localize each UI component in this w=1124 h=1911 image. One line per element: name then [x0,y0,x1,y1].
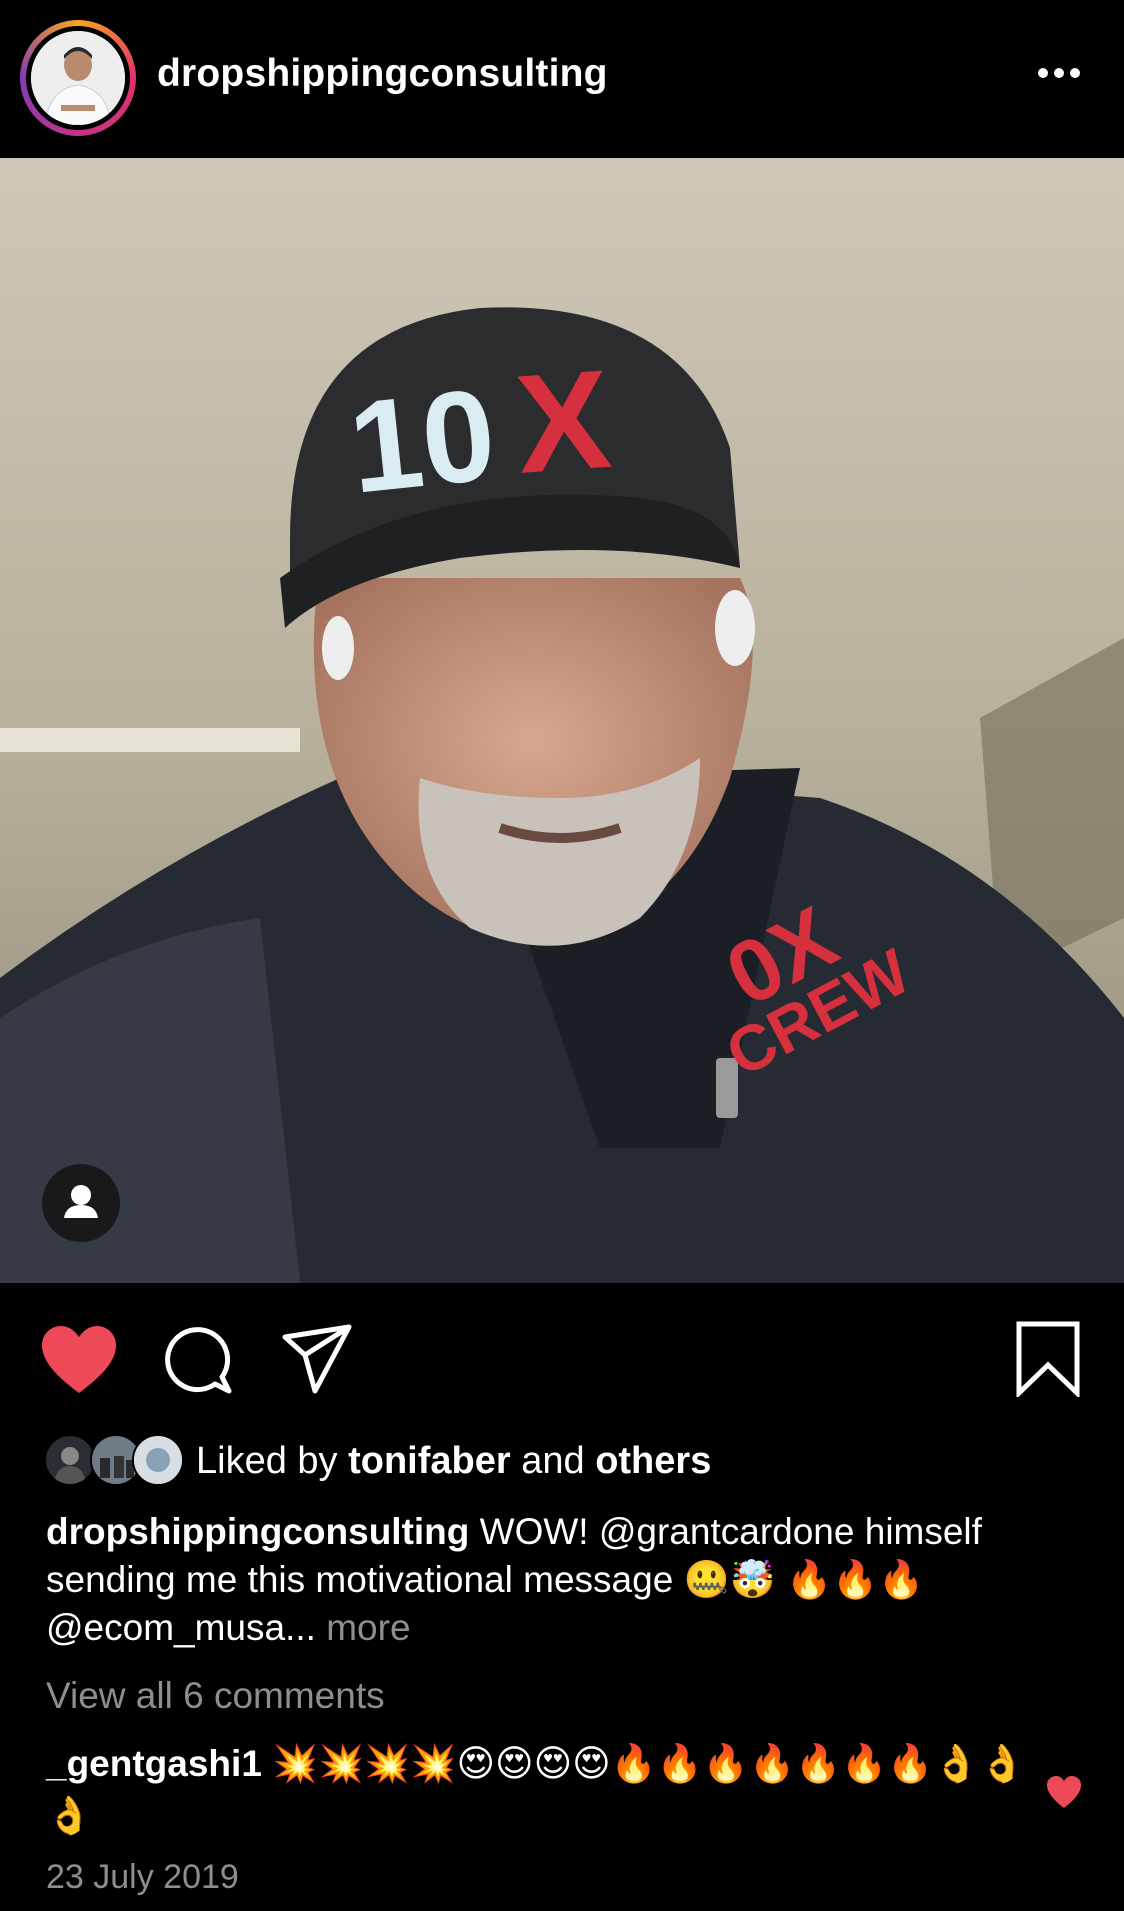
likes-others-link[interactable]: others [595,1440,711,1482]
cap-logo-x: X [511,340,615,503]
liker-username[interactable]: tonifaber [348,1440,511,1482]
comment-username[interactable]: _gentgashi1 [46,1743,262,1784]
post-caption: dropshippingconsulting WOW! @grantcardon… [46,1508,1086,1652]
paper-plane-icon[interactable] [281,1323,353,1395]
person-icon [64,1185,98,1218]
bookmark-icon[interactable] [1016,1321,1080,1397]
view-all-comments-link[interactable]: View all 6 comments [46,1675,385,1717]
heart-filled-icon[interactable] [40,1325,118,1395]
user-tag-button[interactable] [42,1164,120,1242]
comment-like-heart-icon[interactable] [1046,1775,1082,1809]
comment-bubble-icon[interactable] [163,1325,233,1395]
post-date: 23 July 2019 [46,1858,239,1896]
caption-more-link[interactable]: more [316,1607,410,1648]
cap-logo-10: 10 [343,361,502,521]
likes-summary[interactable]: Liked by tonifaber and others [44,1430,1094,1490]
profile-avatar[interactable] [20,20,136,136]
post-video[interactable]: 10 X CREW 0X [0,158,1124,1283]
liker-avatar [132,1434,184,1486]
caption-username[interactable]: dropshippingconsulting [46,1511,469,1552]
comment-item: _gentgashi1 💥💥💥💥😍😍😍😍🔥🔥🔥🔥🔥🔥🔥👌👌👌 [46,1738,1036,1842]
liker-avatar [44,1434,96,1486]
post-actions-bar [0,1283,1124,1433]
liked-by-text: Liked by tonifaber and others [196,1440,712,1482]
post-header: dropshippingconsulting [0,0,1124,158]
video-frame-image: 10 X CREW 0X [0,158,1124,1283]
post-author-username[interactable]: dropshippingconsulting [157,52,608,96]
more-horizontal-icon[interactable] [1036,66,1082,80]
